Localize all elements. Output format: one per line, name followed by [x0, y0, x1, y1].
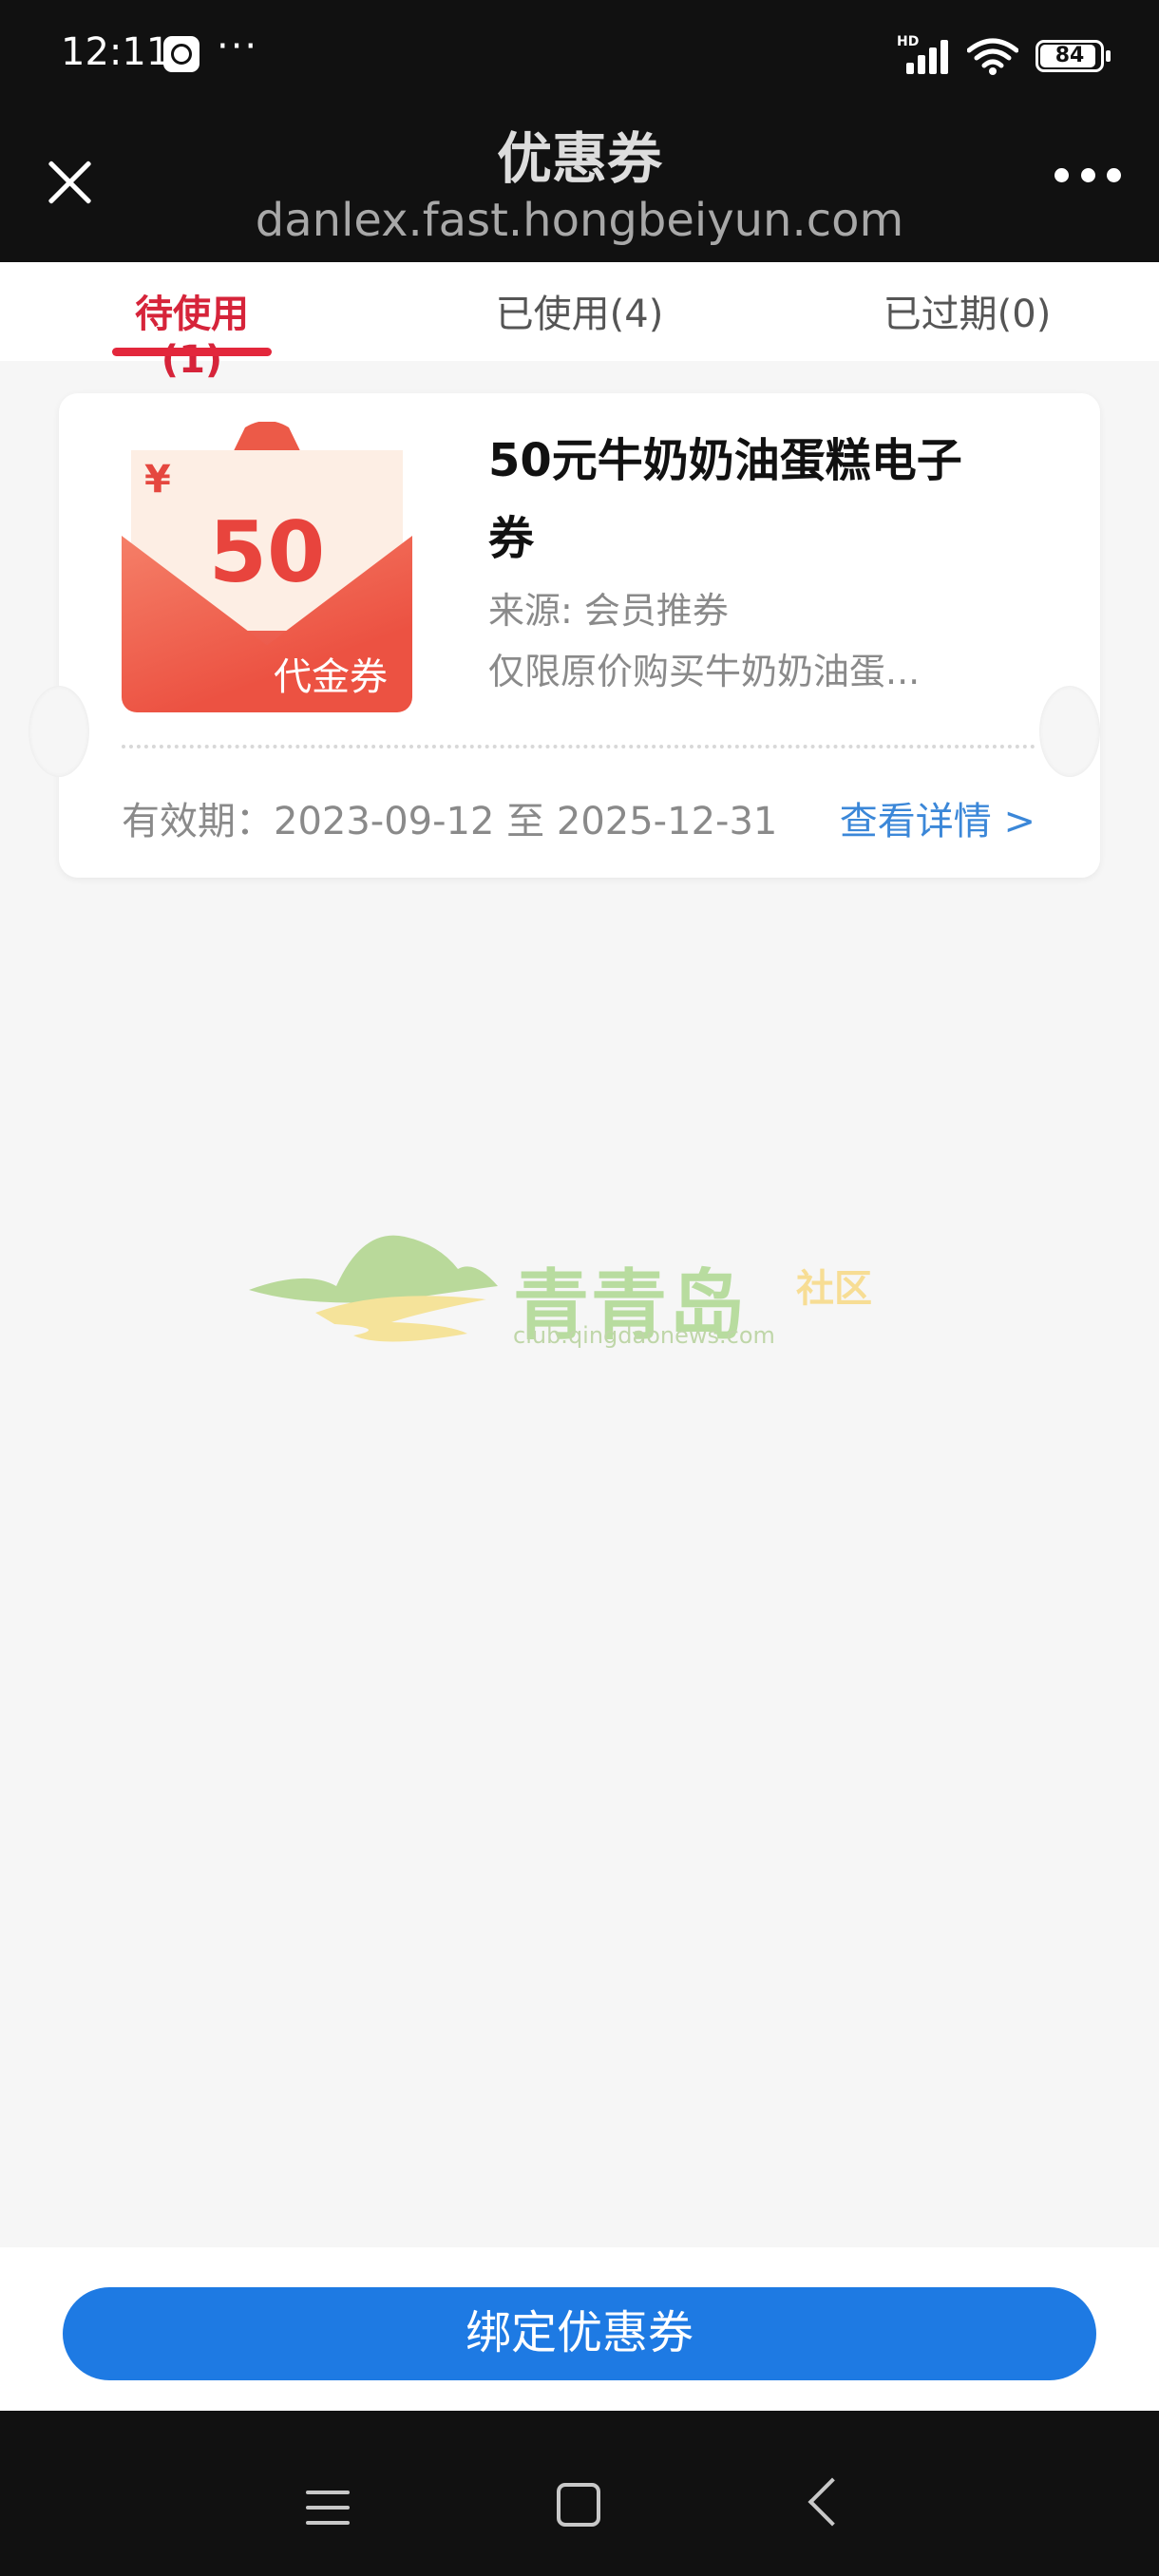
home-icon[interactable] — [557, 2483, 600, 2527]
page-url: danlex.fast.hongbeiyun.com — [255, 194, 904, 247]
network-type-label: HD — [897, 34, 920, 49]
coupon-description: 仅限原价购买牛奶奶油蛋... — [488, 651, 921, 692]
status-time: 12:11 — [61, 30, 171, 74]
page-title: 优惠券 — [496, 126, 662, 191]
coupon-type-label: 代金券 — [274, 655, 388, 699]
active-tab-indicator — [112, 348, 272, 356]
watermark-url: club.qingdaonews.com — [513, 1322, 775, 1349]
watermark-logo: 青青岛 社区 club.qingdaonews.com — [249, 1231, 895, 1354]
card-divider — [122, 745, 1036, 748]
system-nav-bar — [0, 2411, 1159, 2576]
tab-used[interactable]: 已使用(4) — [484, 283, 674, 338]
status-indicators: HD 84 — [897, 34, 1111, 78]
currency-symbol: ¥ — [144, 458, 171, 502]
coupon-envelope-icon: ¥ 50 代金券 — [122, 422, 412, 712]
coupon-source: 来源: 会员推券 — [488, 590, 729, 632]
coupon-tabs: 待使用(1) 已使用(4) 已过期(0) — [0, 262, 1159, 382]
mountain-logo-icon — [249, 1235, 498, 1342]
battery-icon: 84 — [1036, 40, 1111, 72]
clock-app-icon — [163, 36, 200, 72]
recent-apps-icon[interactable] — [306, 2489, 350, 2527]
back-icon[interactable] — [808, 2477, 857, 2527]
status-bar: 12:11 ··· HD 84 — [0, 0, 1159, 112]
coupon-validity: 有效期：2023-09-12 至 2025-12-31 — [122, 800, 778, 843]
card-notch-right — [1039, 686, 1100, 777]
more-options-icon[interactable] — [1054, 165, 1121, 184]
view-details-link[interactable]: 查看详情 > — [840, 790, 1036, 845]
tab-expired[interactable]: 已过期(0) — [872, 283, 1062, 338]
watermark-suffix: 社区 — [796, 1267, 872, 1311]
coupon-amount: 50 — [208, 503, 326, 601]
wifi-icon — [967, 38, 1018, 75]
signal-icon: HD — [897, 34, 950, 74]
card-notch-left — [28, 686, 89, 777]
title-bar: 优惠券 danlex.fast.hongbeiyun.com — [0, 112, 1159, 262]
battery-level: 84 — [1054, 44, 1085, 67]
bind-coupon-button[interactable]: 绑定优惠券 — [63, 2287, 1096, 2380]
coupon-title: 50元牛奶奶油蛋糕电子券 — [488, 434, 962, 565]
more-notifications-icon: ··· — [217, 25, 259, 68]
tab-unused[interactable]: 待使用(1) — [112, 283, 272, 382]
